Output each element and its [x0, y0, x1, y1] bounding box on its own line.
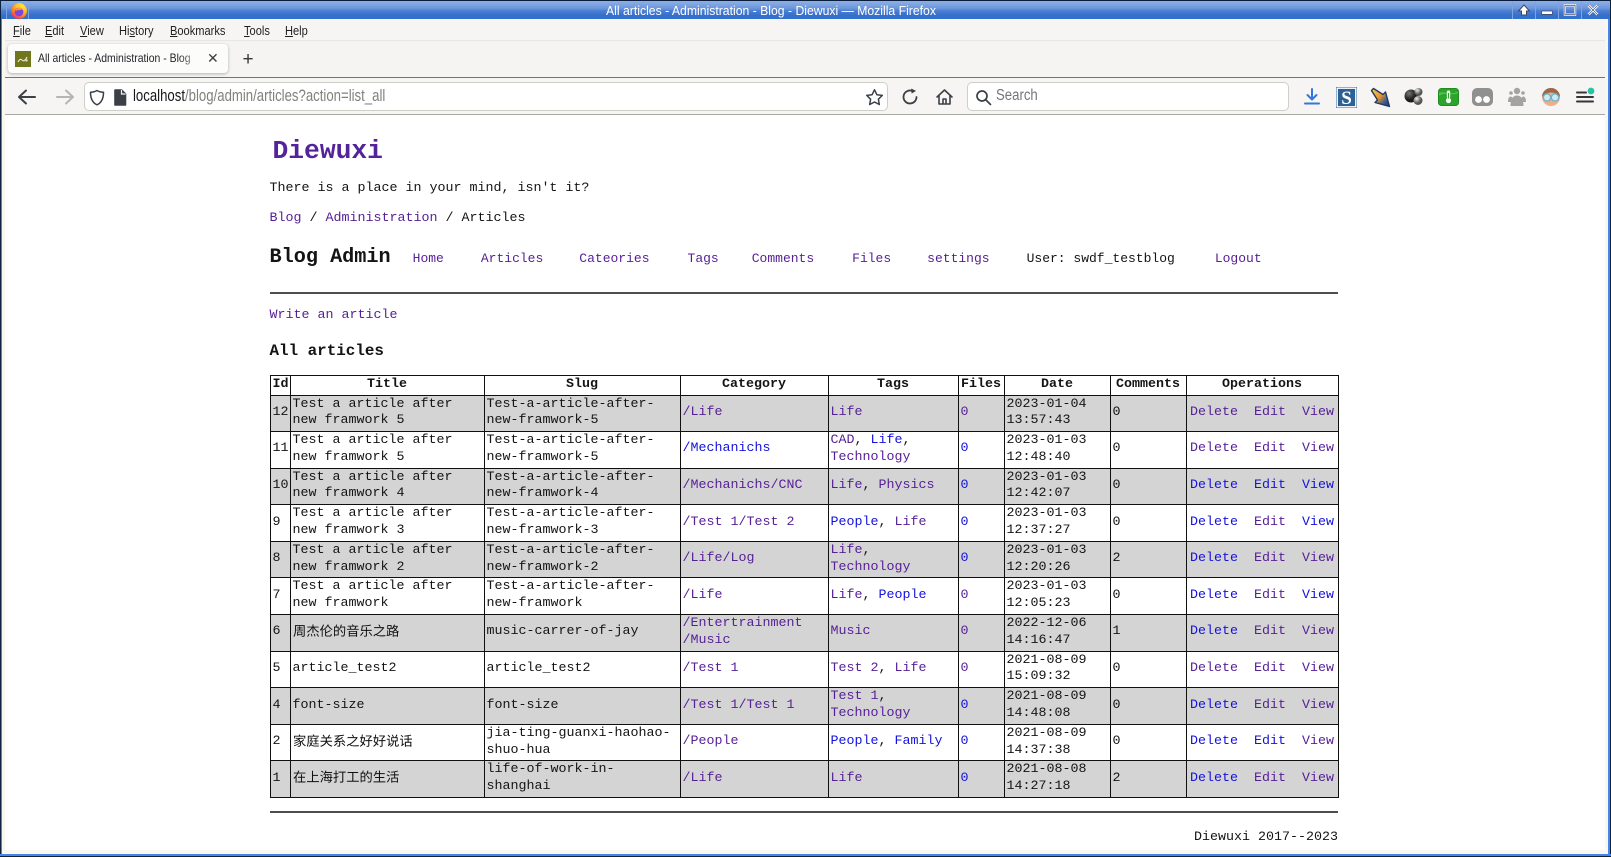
- svg-text:S: S: [1341, 88, 1352, 108]
